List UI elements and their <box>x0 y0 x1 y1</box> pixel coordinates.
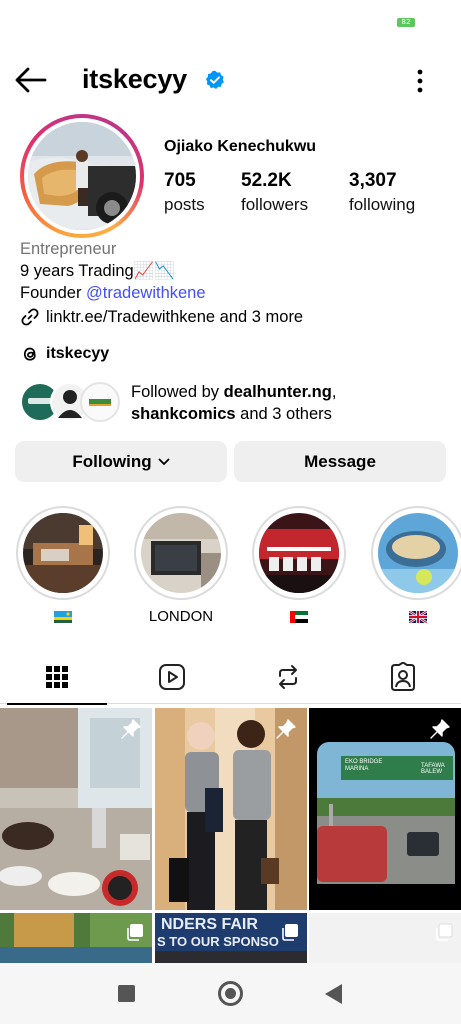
followed-by-suffix: and 3 others <box>235 405 332 423</box>
avatar-photo <box>28 122 136 230</box>
status-bar: 82 <box>0 0 461 44</box>
following-count-value: 3,307 <box>349 170 397 191</box>
highlight-label <box>252 608 346 628</box>
followers-count-label: followers <box>241 195 309 214</box>
story-highlight[interactable] <box>252 506 346 628</box>
followed-by-separator: , <box>331 383 337 401</box>
highlight-label: LONDON <box>148 608 214 625</box>
profile-category: Entrepreneur <box>20 240 117 258</box>
carousel-icon <box>436 923 453 941</box>
bio-link-text: linktr.ee/Tradewithkene and 3 more <box>46 307 304 326</box>
threads-handle: itskecyy <box>46 345 110 362</box>
post-thumbnail[interactable] <box>0 913 152 963</box>
road-sign: EKO BRIDGE MARINA <box>345 759 415 773</box>
threads-badge[interactable]: itskecyy <box>20 344 109 364</box>
tab-reels[interactable] <box>122 650 222 704</box>
pin-icon <box>430 719 450 739</box>
recent-apps-icon[interactable] <box>118 985 135 1002</box>
uk-flag-icon <box>409 611 427 624</box>
highlight-cover <box>141 513 221 593</box>
mutual-followers-avatars[interactable] <box>20 382 122 422</box>
posts-count-label: posts <box>164 195 205 214</box>
bio-link[interactable]: linktr.ee/Tradewithkene and 3 more <box>20 307 303 327</box>
more-vertical-icon[interactable] <box>410 68 430 94</box>
followed-by-text[interactable]: Followed by dealhunter.ng, shankcomics a… <box>131 381 336 425</box>
highlight-label <box>371 608 461 628</box>
banner-text: NDERS FAIR <box>161 916 258 933</box>
road-sign-line: MARINA <box>345 766 369 772</box>
arrow-left-icon[interactable] <box>14 66 48 94</box>
carousel-icon <box>282 924 298 941</box>
rwanda-flag-icon <box>54 611 72 624</box>
avatar <box>80 382 120 422</box>
followers-count[interactable]: 52.2K followers <box>241 170 308 215</box>
following-count-label: following <box>349 195 416 214</box>
story-highlight[interactable] <box>371 506 461 628</box>
threads-icon <box>23 347 36 361</box>
post-thumbnail[interactable] <box>155 708 307 910</box>
post-thumbnail[interactable] <box>0 708 152 910</box>
pin-icon <box>276 719 296 739</box>
following-count[interactable]: 3,307 following <box>349 170 415 215</box>
highlight-cover <box>259 513 339 593</box>
battery-icon: 82 <box>397 18 415 27</box>
link-icon <box>21 308 39 326</box>
system-navigation-bar <box>0 963 461 1024</box>
story-highlight[interactable] <box>16 506 110 628</box>
tab-posts-grid[interactable] <box>7 650 107 705</box>
carousel-icon <box>127 924 143 941</box>
bio-line: 9 years Trading📈📉 <box>20 262 175 280</box>
banner-text: S TO OUR SPONSO <box>157 934 279 949</box>
profile-tabs <box>0 650 461 705</box>
tagged-icon <box>391 662 415 691</box>
profile-full-name: Ojiako Kenechukwu <box>164 138 317 155</box>
mutual-follower-name: shankcomics <box>131 405 236 423</box>
highlight-label <box>16 608 110 628</box>
mutual-follower-name: dealhunter.ng <box>223 383 332 401</box>
home-icon[interactable] <box>218 981 243 1006</box>
highlight-cover <box>378 513 458 593</box>
posts-count[interactable]: 705 posts <box>164 170 205 215</box>
post-thumbnail[interactable]: NDERS FAIR S TO OUR SPONSO <box>155 913 307 963</box>
followed-by-prefix: Followed by <box>131 383 224 401</box>
verified-badge-icon <box>205 70 224 89</box>
posts-count-value: 705 <box>164 170 196 191</box>
followers-count-value: 52.2K <box>241 170 292 191</box>
grid-icon <box>46 666 68 688</box>
posts-grid: EKO BRIDGE MARINA TAFAWA BALEW NDERS FAI… <box>0 708 461 963</box>
story-highlight[interactable]: LONDON <box>134 506 228 628</box>
profile-header: itskecyy <box>0 56 461 104</box>
chevron-down-icon <box>158 458 170 465</box>
post-thumbnail[interactable] <box>309 913 461 963</box>
tab-reposts[interactable] <box>238 650 338 704</box>
reels-icon <box>159 664 185 690</box>
profile-avatar[interactable] <box>20 114 144 238</box>
road-sign-line: EKO BRIDGE <box>345 759 383 765</box>
tab-tagged[interactable] <box>353 650 453 704</box>
bio-founder-prefix: Founder <box>20 284 87 302</box>
road-sign-line: TAFAWA BALEW <box>421 763 445 775</box>
uae-flag-icon <box>290 611 308 624</box>
post-thumbnail[interactable]: EKO BRIDGE MARINA TAFAWA BALEW <box>309 708 461 910</box>
bio-mention-link[interactable]: @tradewithkene <box>86 284 205 302</box>
profile-username: itskecyy <box>82 64 187 94</box>
message-button-label: Message <box>304 451 376 471</box>
message-button[interactable]: Message <box>234 441 446 482</box>
bio-founder-line: Founder @tradewithkene <box>20 284 206 303</box>
following-button[interactable]: Following <box>15 441 227 482</box>
back-triangle-icon[interactable] <box>325 984 342 1004</box>
reposts-icon <box>279 665 297 689</box>
following-button-label: Following <box>72 451 152 471</box>
highlight-cover <box>23 513 103 593</box>
pin-icon <box>121 719 141 739</box>
